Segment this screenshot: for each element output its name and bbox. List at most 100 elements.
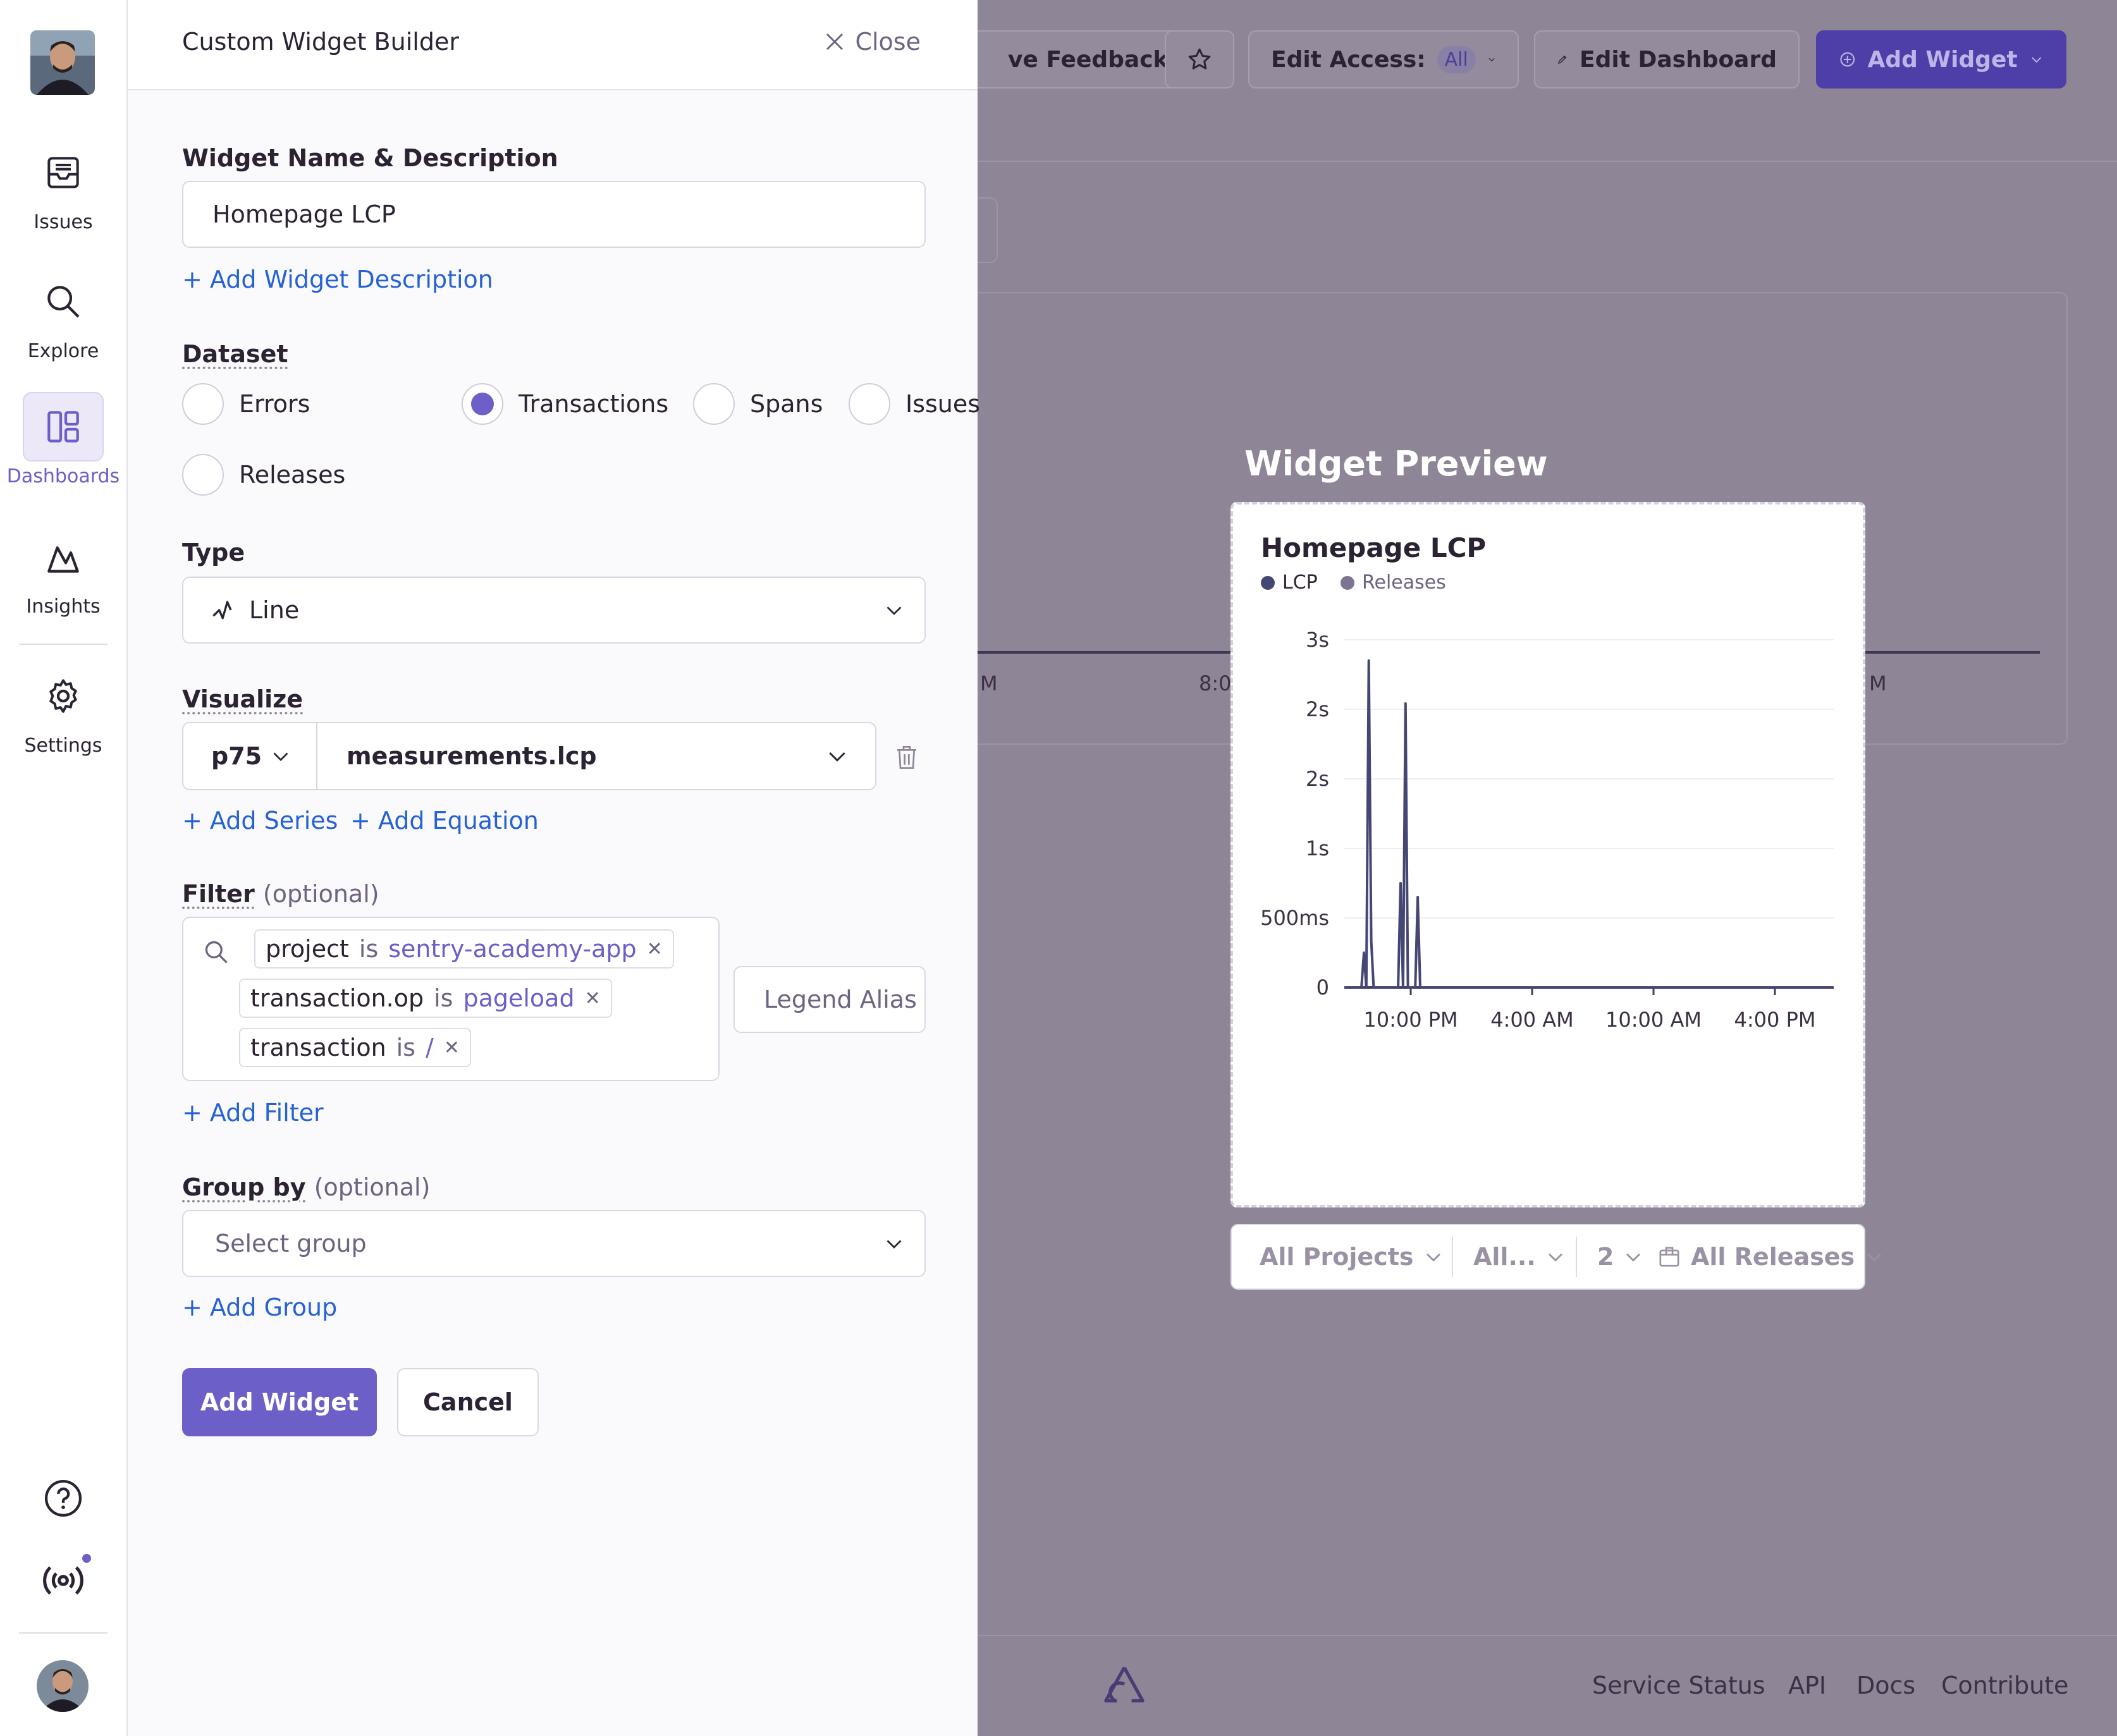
cancel-label: Cancel: [423, 1388, 513, 1416]
page-filter-bar: All Projects All... 2 All Releases: [1230, 1224, 1882, 1290]
plus-circle-icon: [1840, 52, 1855, 67]
chevron-down-icon: [1488, 58, 1495, 62]
filter-token[interactable]: project is sentry-academy-app ✕: [254, 929, 674, 969]
add-equation-link[interactable]: + Add Equation: [350, 807, 539, 834]
radio-label: Transactions: [519, 390, 669, 418]
search-icon: [205, 941, 228, 963]
chevron-down-icon: [829, 752, 845, 762]
nav-item-insights[interactable]: Insights: [0, 522, 126, 618]
add-description-link[interactable]: + Add Widget Description: [182, 266, 493, 293]
nav-item-explore[interactable]: Explore: [0, 267, 126, 362]
dataset-radio-spans[interactable]: Spans: [693, 383, 823, 425]
release-selector[interactable]: All Releases: [1657, 1225, 1885, 1288]
dataset-radio-issues[interactable]: Issues: [849, 383, 980, 425]
panel-title: Custom Widget Builder: [182, 28, 459, 56]
add-group-link[interactable]: + Add Group: [182, 1293, 337, 1321]
close-icon: [826, 33, 844, 51]
edit-dashboard-label: Edit Dashboard: [1580, 46, 1777, 73]
cancel-button[interactable]: Cancel: [397, 1368, 539, 1436]
field-value: measurements.lcp: [347, 742, 597, 770]
package-icon: [1659, 1247, 1679, 1267]
org-avatar[interactable]: [30, 30, 95, 95]
edit-dashboard-button[interactable]: Edit Dashboard: [1534, 30, 1800, 89]
pencil-icon: [1558, 55, 1567, 64]
filter-optional: (optional): [262, 880, 379, 908]
x-tick-label: 4:00 AM: [1490, 1008, 1574, 1032]
widget-builder-panel: Custom Widget Builder Close Widget Name …: [128, 0, 980, 1736]
legend-label: Releases: [1362, 572, 1446, 594]
project-selector[interactable]: All Projects: [1260, 1225, 1444, 1288]
filter-separator: [1452, 1237, 1453, 1277]
dataset-radio-transactions[interactable]: Transactions: [462, 383, 668, 425]
filter-key: transaction.op: [250, 984, 424, 1012]
edit-access-value: All: [1437, 46, 1476, 73]
delete-series-button[interactable]: [894, 743, 919, 771]
line-chart-icon: [212, 601, 232, 620]
y-tick-label: 3s: [1306, 628, 1329, 652]
user-avatar[interactable]: [37, 1660, 89, 1712]
aggregate-select[interactable]: p75: [182, 722, 317, 790]
broadcast-icon[interactable]: [39, 1556, 87, 1605]
radio-circle-selected: [462, 383, 503, 425]
remove-filter-icon[interactable]: ✕: [444, 1037, 460, 1059]
filter-value: pageload: [463, 984, 575, 1012]
nav-item-issues[interactable]: Issues: [0, 138, 126, 233]
remove-filter-icon[interactable]: ✕: [647, 938, 663, 960]
environment-selector[interactable]: All...: [1473, 1225, 1566, 1288]
nav-rail: Issues Explore Dashboards Insights Setti…: [0, 0, 128, 1736]
name-section-label: Widget Name & Description: [182, 144, 558, 172]
star-button[interactable]: [1165, 30, 1234, 89]
legend-item-releases[interactable]: Releases: [1341, 572, 1446, 594]
legend-item-lcp[interactable]: LCP: [1261, 572, 1318, 594]
widget-name-input[interactable]: Homepage LCP: [182, 181, 926, 248]
remove-filter-icon[interactable]: ✕: [585, 987, 601, 1010]
legend-alias-input[interactable]: Legend Alias: [733, 966, 926, 1033]
group-by-placeholder: Select group: [215, 1230, 367, 1257]
filter-label: Filter (optional): [182, 880, 379, 908]
footer-link-contribute[interactable]: Contribute: [1941, 1672, 2068, 1699]
add-widget-header-button[interactable]: Add Widget: [1816, 30, 2066, 89]
nav-item-settings[interactable]: Settings: [0, 661, 126, 757]
type-select[interactable]: Line: [182, 577, 926, 644]
give-feedback-button[interactable]: ve Feedback: [952, 30, 1182, 89]
add-series-link[interactable]: + Add Series: [182, 807, 338, 834]
date-range-label: 2: [1597, 1243, 1614, 1271]
close-button[interactable]: Close: [823, 28, 921, 56]
dashboard-icon: [23, 392, 104, 462]
legend-swatch: [1341, 575, 1354, 590]
preview-card: Homepage LCP LCP Releases 0 500ms 1s 2s 2s 3s…: [1230, 502, 1865, 1207]
dataset-radio-releases[interactable]: Releases: [182, 454, 345, 496]
footer-link-api[interactable]: API: [1788, 1672, 1826, 1699]
edit-access-button[interactable]: Edit Access: All: [1248, 30, 1519, 89]
footer-link-service-status[interactable]: Service Status: [1592, 1672, 1765, 1699]
close-label: Close: [855, 28, 921, 56]
filter-title: Filter: [182, 880, 255, 908]
legend-swatch: [1261, 575, 1275, 590]
page-footer: Service Status API Docs Contribute: [978, 1635, 2117, 1736]
nav-label: Insights: [26, 596, 101, 618]
filter-token[interactable]: transaction is / ✕: [239, 1028, 471, 1067]
field-select[interactable]: measurements.lcp: [316, 722, 876, 790]
preview-card-title: Homepage LCP: [1261, 532, 1487, 563]
group-by-optional: (optional): [314, 1173, 431, 1201]
add-widget-button[interactable]: Add Widget: [182, 1368, 377, 1436]
notification-dot: [82, 1554, 91, 1563]
nav-label: Settings: [24, 735, 102, 757]
chevron-down-icon: [273, 752, 288, 761]
radio-circle: [182, 454, 224, 496]
filter-token[interactable]: transaction.op is pageload ✕: [239, 979, 612, 1018]
group-by-select[interactable]: Select group: [182, 1210, 926, 1277]
trash-icon: [897, 746, 916, 769]
give-feedback-label: ve Feedback: [1008, 46, 1169, 73]
add-filter-link[interactable]: + Add Filter: [182, 1099, 324, 1127]
filter-value: sentry-academy-app: [388, 935, 637, 963]
nav-item-dashboards[interactable]: Dashboards: [0, 392, 126, 487]
date-range-selector[interactable]: 2: [1597, 1225, 1644, 1288]
chevron-down-icon: [1626, 1253, 1641, 1262]
footer-link-docs[interactable]: Docs: [1856, 1672, 1915, 1699]
dataset-radio-errors[interactable]: Errors: [182, 383, 310, 425]
type-value: Line: [249, 596, 300, 624]
x-tick-label: 4:00 PM: [1734, 1008, 1816, 1032]
preview-heading: Widget Preview: [1244, 444, 1548, 484]
help-icon[interactable]: [42, 1477, 85, 1520]
